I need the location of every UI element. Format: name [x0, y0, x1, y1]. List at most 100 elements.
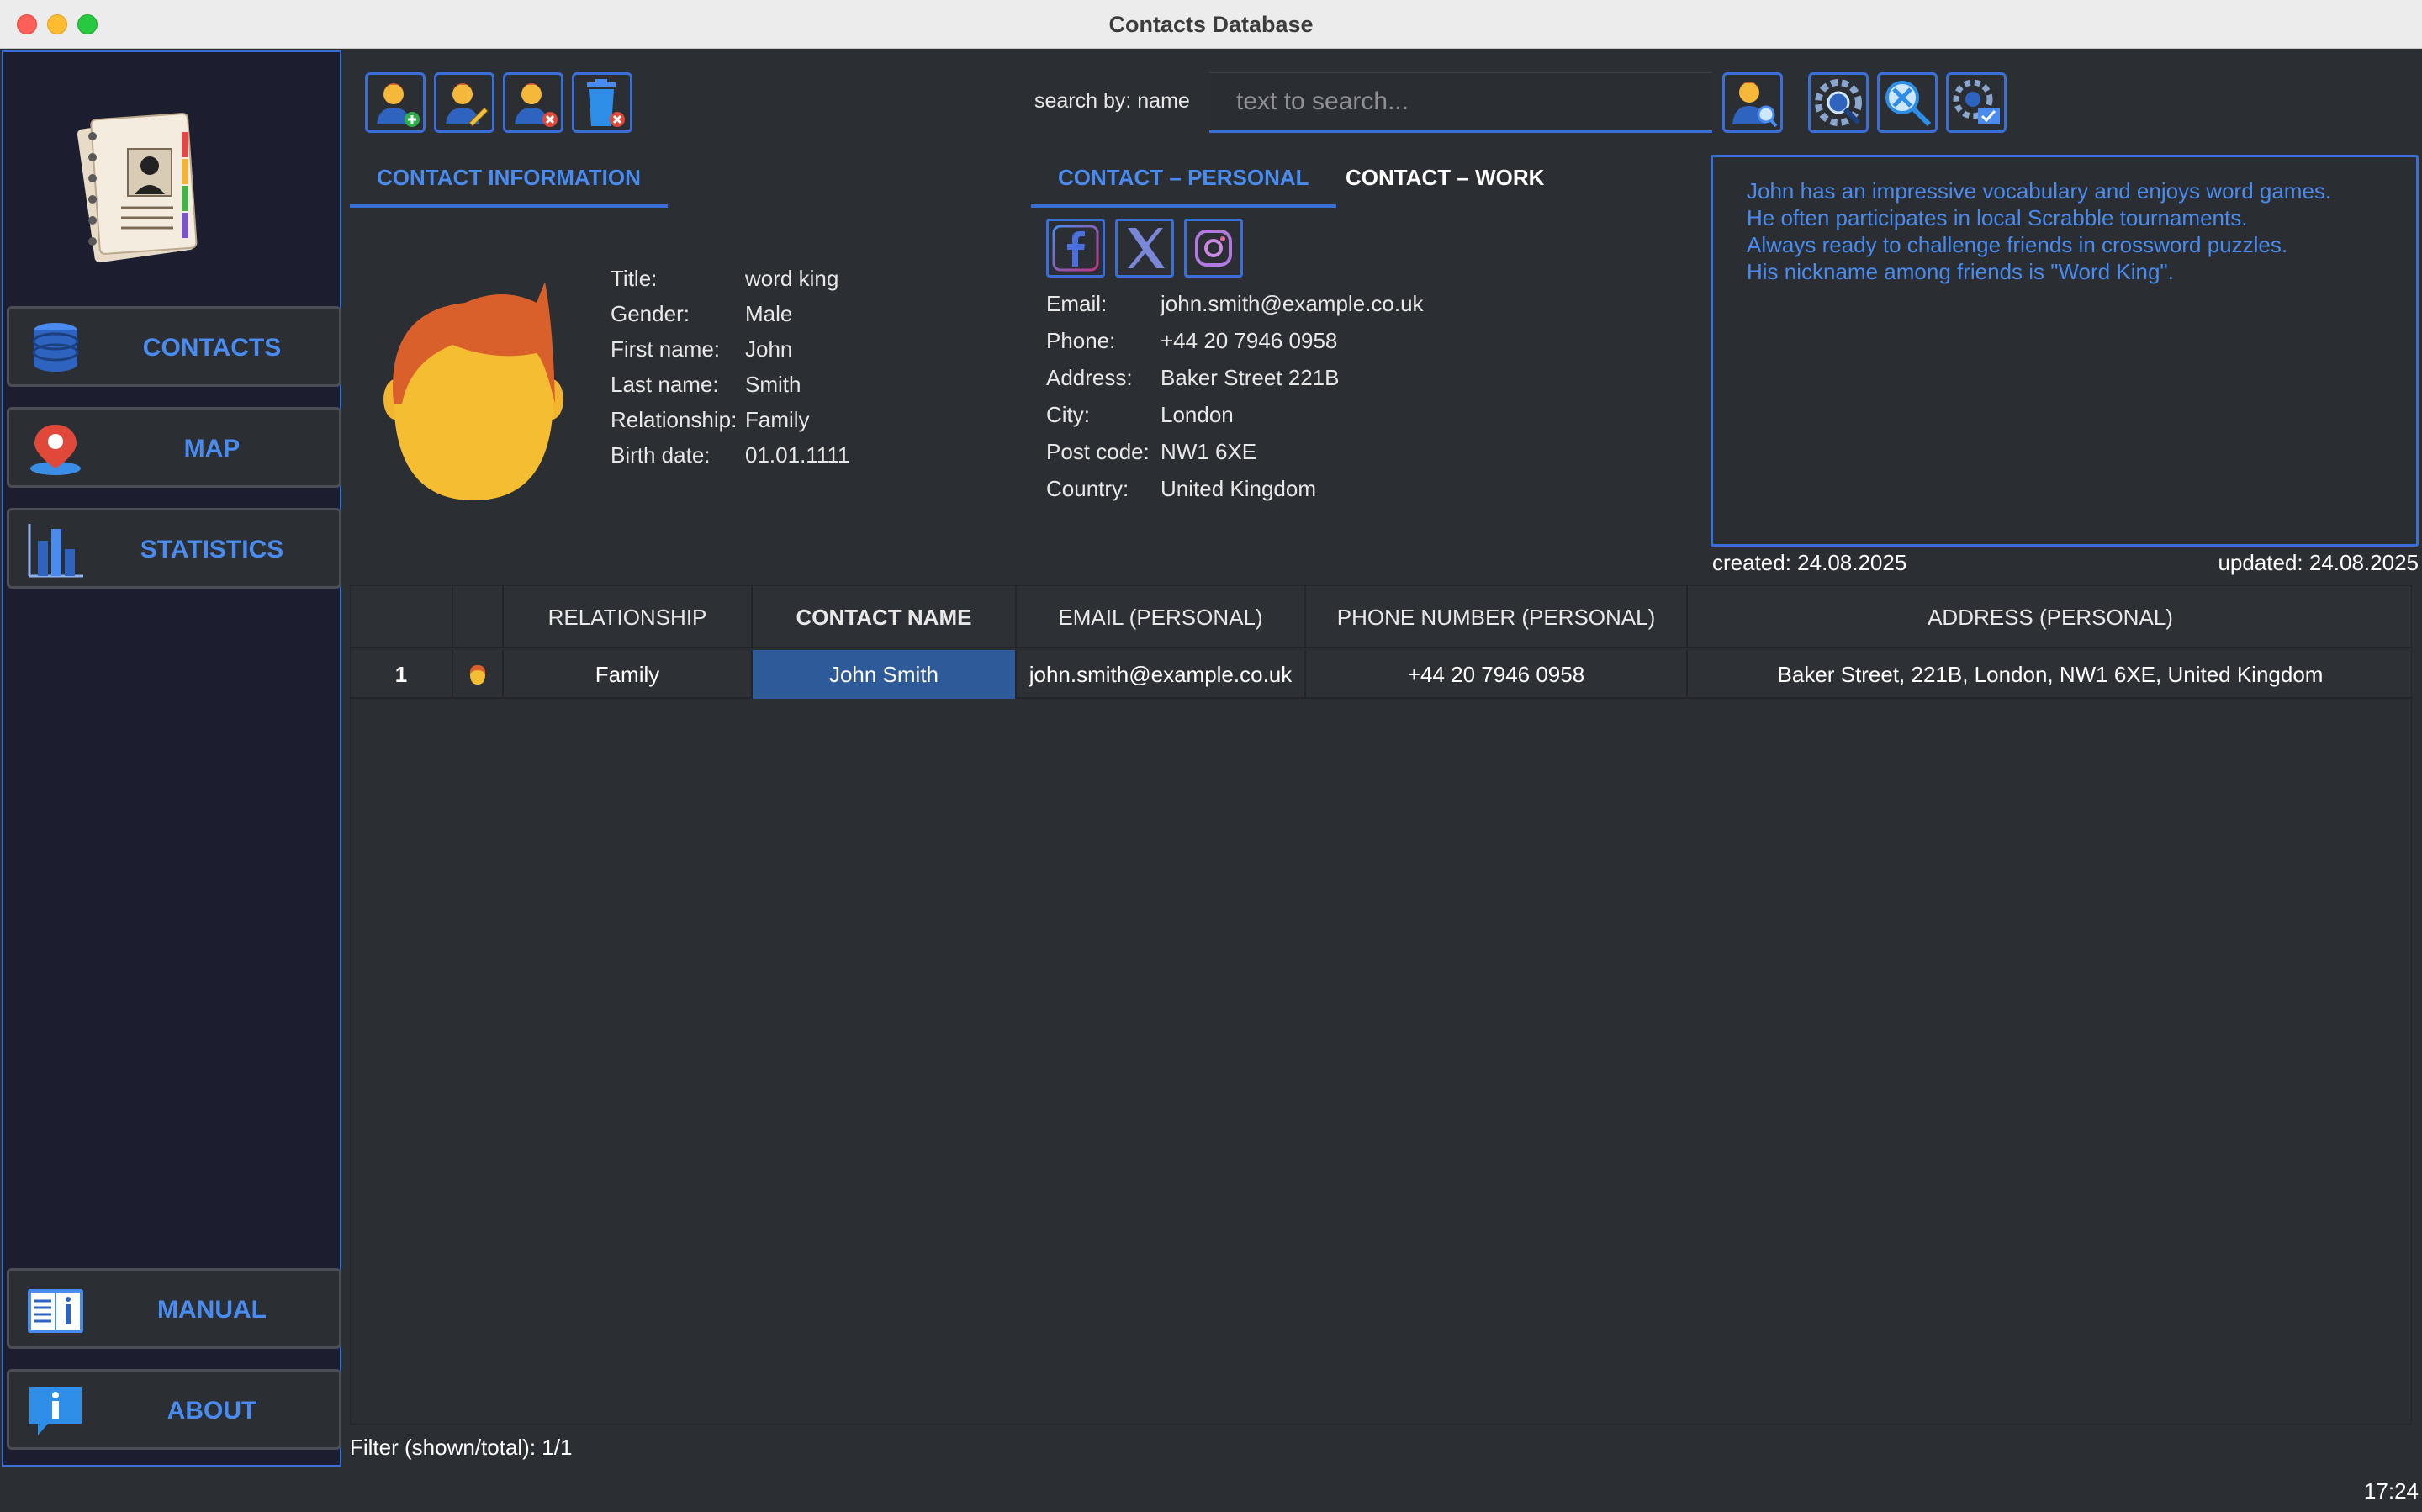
updated-date: updated: 24.08.2025	[2218, 550, 2419, 575]
address-book-logo	[77, 113, 198, 263]
facebook-icon	[1052, 225, 1099, 272]
clear-search-button[interactable]	[1877, 72, 1938, 133]
search-options-button[interactable]	[1946, 72, 2007, 133]
clock: 17:24	[2363, 1478, 2419, 1504]
nav-about-label: ABOUT	[167, 1397, 257, 1425]
search-options-icon	[1953, 79, 2000, 124]
clear-search-icon	[1885, 81, 1932, 127]
notes-line: His nickname among friends is "Word King…	[1747, 259, 2174, 284]
email-value: john.smith@example.co.uk	[1161, 291, 1424, 316]
nav-contacts-label: CONTACTS	[142, 334, 282, 362]
notes-line: John has an impressive vocabulary and en…	[1747, 178, 2332, 204]
email-label: Email:	[1046, 291, 1108, 316]
row-avatar-cell	[453, 650, 504, 699]
gender-value: Male	[745, 301, 793, 326]
window-title: Contacts Database	[1108, 12, 1314, 37]
delete-trash-icon	[587, 79, 625, 127]
add-contact-button[interactable]	[365, 72, 426, 133]
nav-statistics-label: STATISTICS	[140, 536, 284, 563]
facebook-button[interactable]	[1046, 219, 1105, 278]
nav-manual-label: MANUAL	[157, 1296, 267, 1324]
edit-contact-icon	[446, 83, 489, 127]
bar-chart-icon	[28, 524, 83, 578]
column-header-contact-name[interactable]: CONTACT NAME	[753, 586, 1017, 648]
sidebar: CONTACTS MAP STATISTICS MANUAL ABOUT	[2, 50, 341, 1467]
post-code-value: NW1 6XE	[1161, 439, 1257, 464]
birth-date-label: Birth date:	[611, 442, 711, 468]
created-date: created: 24.08.2025	[1712, 550, 1907, 575]
column-header-email[interactable]: EMAIL (PERSONAL)	[1017, 586, 1306, 648]
search-input[interactable]	[1209, 72, 1712, 133]
status-bar: 17:24	[0, 1470, 2422, 1512]
info-icon	[29, 1387, 82, 1435]
search-contact-button[interactable]	[1722, 72, 1783, 133]
post-code-label: Post code:	[1046, 439, 1150, 464]
tab-contact-work[interactable]: CONTACT – WORK	[1346, 165, 1544, 204]
first-name-value: John	[745, 336, 793, 362]
instagram-button[interactable]	[1184, 219, 1243, 278]
tab-contact-personal[interactable]: CONTACT – PERSONAL	[1031, 165, 1336, 208]
search-settings-icon	[1815, 79, 1862, 126]
gender-label: Gender:	[611, 301, 690, 326]
map-pin-icon	[30, 425, 81, 475]
delete-all-button[interactable]	[572, 72, 632, 133]
first-name-label: First name:	[611, 336, 721, 362]
row-number: 1	[351, 650, 453, 699]
city-value: London	[1161, 402, 1234, 427]
nav-map-label: MAP	[183, 435, 241, 463]
nav-manual-button[interactable]: MANUAL	[7, 1268, 341, 1349]
column-header-icon[interactable]	[453, 586, 504, 648]
database-icon	[32, 323, 79, 372]
remove-contact-button[interactable]	[503, 72, 563, 133]
notes-line: Always ready to challenge friends in cro…	[1747, 232, 2288, 257]
address-value: Baker Street 221B	[1161, 365, 1340, 390]
column-header-phone[interactable]: PHONE NUMBER (PERSONAL)	[1306, 586, 1688, 648]
phone-value: +44 20 7946 0958	[1161, 328, 1338, 353]
last-name-label: Last name:	[611, 372, 719, 397]
column-header-relationship[interactable]: RELATIONSHIP	[504, 586, 753, 648]
title-value: word king	[745, 266, 839, 291]
row-address: Baker Street, 221B, London, NW1 6XE, Uni…	[1777, 662, 2324, 687]
notes-line: He often participates in local Scrabble …	[1747, 205, 2248, 230]
row-phone: +44 20 7946 0958	[1306, 650, 1688, 699]
country-label: Country:	[1046, 476, 1129, 501]
add-contact-icon	[377, 83, 420, 127]
filter-status: Filter (shown/total): 1/1	[350, 1435, 573, 1460]
last-name-value: Smith	[745, 372, 801, 397]
x-twitter-button[interactable]	[1115, 219, 1174, 278]
relationship-label: Relationship:	[611, 407, 738, 432]
nav-map-button[interactable]: MAP	[7, 407, 341, 488]
instagram-icon	[1195, 230, 1232, 267]
row-relationship: Family	[504, 650, 753, 699]
manual-book-icon	[28, 1289, 83, 1333]
search-person-icon	[1732, 82, 1778, 128]
contacts-table: RELATIONSHIP CONTACT NAME EMAIL (PERSONA…	[350, 585, 2412, 1425]
tab-contact-information[interactable]: CONTACT INFORMATION	[350, 165, 668, 208]
nav-contacts-button[interactable]: CONTACTS	[7, 306, 341, 387]
search-by-label: search by: name	[1034, 89, 1190, 113]
notes-textarea[interactable]: John has an impressive vocabulary and en…	[1711, 155, 2419, 547]
phone-label: Phone:	[1046, 328, 1116, 353]
edit-contact-button[interactable]	[434, 72, 494, 133]
column-header-index[interactable]	[351, 586, 453, 648]
birth-date-value: 01.01.1111	[745, 442, 850, 468]
nav-about-button[interactable]: ABOUT	[7, 1369, 341, 1450]
relationship-value: Family	[745, 407, 810, 432]
contact-avatar	[383, 282, 563, 500]
avatar-thumbnail-icon	[469, 665, 486, 685]
address-label: Address:	[1046, 365, 1133, 390]
x-twitter-icon	[1128, 228, 1165, 268]
row-email: john.smith@example.co.uk	[1017, 650, 1306, 699]
table-row[interactable]: 1 Family John Smith john.smith@example.c…	[351, 650, 2411, 699]
title-bar: Contacts Database	[0, 0, 2422, 49]
row-contact-name: John Smith	[753, 650, 1017, 699]
remove-contact-icon	[515, 83, 558, 127]
advanced-search-button[interactable]	[1808, 72, 1869, 133]
city-label: City:	[1046, 402, 1090, 427]
table-header: RELATIONSHIP CONTACT NAME EMAIL (PERSONA…	[351, 586, 2411, 648]
main-panel: search by: name CONTACT INFORMATION	[343, 50, 2422, 1467]
column-header-address[interactable]: ADDRESS (PERSONAL)	[1688, 586, 2413, 648]
nav-statistics-button[interactable]: STATISTICS	[7, 508, 341, 589]
title-label: Title:	[611, 266, 658, 291]
country-value: United Kingdom	[1161, 476, 1316, 501]
